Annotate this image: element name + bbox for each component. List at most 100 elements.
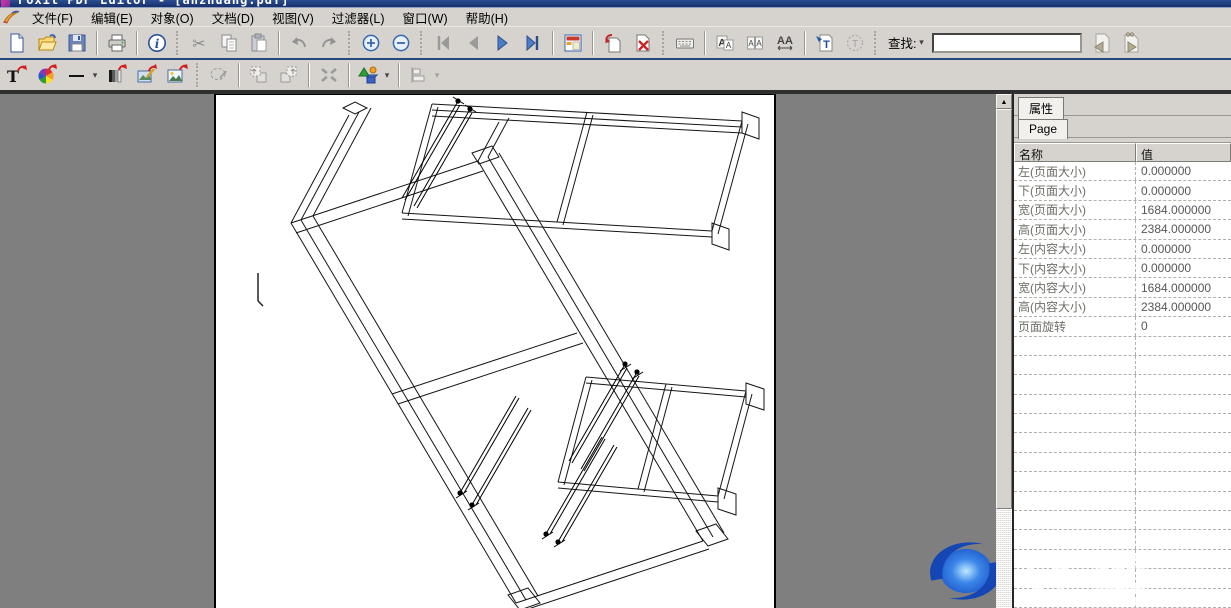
empty-row [1014, 395, 1231, 414]
toolbar-grip [662, 31, 666, 55]
lasso-button[interactable] [206, 62, 232, 88]
pdf-page[interactable] [214, 94, 776, 608]
next-page-button[interactable] [490, 30, 516, 56]
empty-row [1014, 550, 1231, 569]
prop-name: 页面旋转 [1014, 317, 1136, 335]
table-row[interactable]: 宽(页面大小)1684.000000 [1014, 201, 1231, 220]
menu-object[interactable]: 对象(O) [142, 7, 203, 28]
prop-value[interactable]: 0.000000 [1136, 184, 1231, 198]
empty-row [1014, 356, 1231, 375]
svg-text:T: T [823, 39, 830, 51]
table-row[interactable]: 下(内容大小)0.000000 [1014, 259, 1231, 278]
table-row[interactable]: 左(内容大小)0.000000 [1014, 240, 1231, 259]
empty-row [1014, 511, 1231, 530]
table-row[interactable]: 高(内容大小)2384.000000 [1014, 298, 1231, 317]
redo-button[interactable] [316, 30, 342, 56]
keyboard-button[interactable] [672, 30, 698, 56]
find-label: 查找: [888, 33, 916, 52]
table-row[interactable]: 宽(内容大小)1684.000000 [1014, 278, 1231, 297]
align-button[interactable] [406, 62, 432, 88]
toolbar-grip [874, 31, 878, 55]
prop-value[interactable]: 1684.000000 [1136, 203, 1231, 217]
add-image-button[interactable] [164, 62, 190, 88]
shapes-button[interactable] [356, 62, 382, 88]
text-circle-button[interactable]: T [842, 30, 868, 56]
separator [136, 31, 138, 55]
save-button[interactable] [64, 30, 90, 56]
separator [348, 63, 350, 87]
cut-button[interactable]: ✂ [186, 30, 212, 56]
main-toolbar: i ✂ AA AA AA T T 查找: ▾ [0, 27, 1231, 60]
prop-value[interactable]: 1684.000000 [1136, 281, 1231, 295]
previous-page-button[interactable] [460, 30, 486, 56]
menu-file[interactable]: 文件(F) [23, 7, 82, 28]
app-icon [1, 0, 10, 8]
separator [278, 31, 280, 55]
prop-value[interactable]: 0 [1136, 319, 1231, 333]
editor-pen-icon [2, 9, 20, 25]
font-width-button[interactable]: AA [772, 30, 798, 56]
undo-button[interactable] [286, 30, 312, 56]
find-next-button[interactable] [1118, 30, 1144, 56]
menu-help[interactable]: 帮助(H) [457, 7, 517, 28]
delete-page-button[interactable] [630, 30, 656, 56]
table-row[interactable]: 下(页面大小)0.000000 [1014, 181, 1231, 200]
table-row[interactable]: 页面旋转0 [1014, 317, 1231, 336]
separator [804, 31, 806, 55]
prop-name: 左(内容大小) [1014, 240, 1136, 258]
empty-row [1014, 492, 1231, 511]
shapes-dropdown-arrow[interactable]: ▾ [382, 70, 392, 81]
menu-view[interactable]: 视图(V) [263, 7, 323, 28]
tab-page[interactable]: Page [1018, 119, 1068, 139]
table-row[interactable]: 左(页面大小)0.000000 [1014, 162, 1231, 181]
prop-value[interactable]: 2384.000000 [1136, 300, 1231, 314]
line-dropdown-arrow[interactable]: ▾ [90, 70, 100, 81]
last-page-button[interactable] [520, 30, 546, 56]
add-line-button[interactable] [64, 62, 90, 88]
menu-edit[interactable]: 编辑(E) [82, 7, 142, 28]
rotate-page-button[interactable] [600, 30, 626, 56]
find-previous-button[interactable] [1088, 30, 1114, 56]
table-row[interactable]: 高(页面大小)2384.000000 [1014, 220, 1231, 239]
document-canvas[interactable] [0, 94, 996, 608]
open-button[interactable] [34, 30, 60, 56]
zoom-out-button[interactable] [388, 30, 414, 56]
search-input[interactable] [932, 33, 1082, 53]
menu-document[interactable]: 文档(D) [203, 7, 263, 28]
separator [592, 31, 594, 55]
page-layout-button[interactable] [560, 30, 586, 56]
delete-object-button[interactable] [316, 62, 342, 88]
first-page-button[interactable] [430, 30, 456, 56]
separator [96, 31, 98, 55]
separator [704, 31, 706, 55]
print-button[interactable] [104, 30, 130, 56]
copy-button[interactable] [216, 30, 242, 56]
empty-row [1014, 569, 1231, 588]
menu-window[interactable]: 窗口(W) [394, 7, 457, 28]
empty-row [1014, 375, 1231, 394]
paste-button[interactable] [246, 30, 272, 56]
scrollbar-thumb[interactable] [996, 109, 1012, 509]
font-columns-button[interactable]: AA [742, 30, 768, 56]
prop-value[interactable]: 2384.000000 [1136, 222, 1231, 236]
find-dropdown-arrow[interactable]: ▾ [916, 37, 926, 48]
prop-value[interactable]: 0.000000 [1136, 261, 1231, 275]
vertical-scrollbar[interactable]: ▲ [996, 94, 1012, 608]
menu-filter[interactable]: 过滤器(L) [323, 7, 394, 28]
scroll-up-button[interactable]: ▲ [996, 94, 1012, 109]
prop-value[interactable]: 0.000000 [1136, 164, 1231, 178]
edit-image-button[interactable] [134, 62, 160, 88]
prop-value[interactable]: 0.000000 [1136, 242, 1231, 256]
send-backward-button[interactable] [246, 62, 272, 88]
align-dropdown-arrow[interactable]: ▾ [432, 70, 442, 81]
add-color-button[interactable] [34, 62, 60, 88]
workspace: ▲ 属性 Page 名称 值 左(页面大小)0.000000 下(页面大小)0.… [0, 92, 1231, 608]
add-text-button[interactable]: T [4, 62, 30, 88]
add-shading-button[interactable] [104, 62, 130, 88]
bring-forward-button[interactable] [276, 62, 302, 88]
zoom-in-button[interactable] [358, 30, 384, 56]
new-document-button[interactable] [4, 30, 30, 56]
font-button[interactable]: AA [712, 30, 738, 56]
document-info-button[interactable]: i [144, 30, 170, 56]
insert-text-button[interactable]: T [812, 30, 838, 56]
